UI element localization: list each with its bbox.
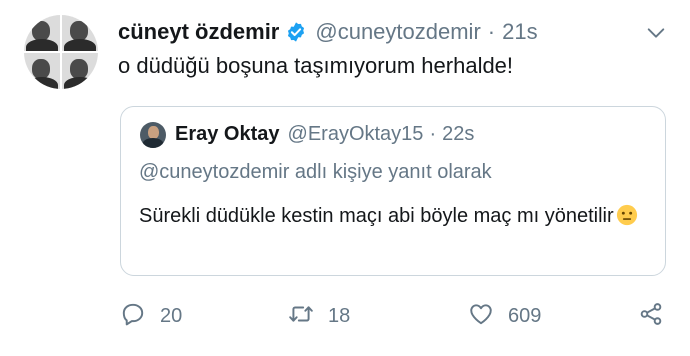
tweet-text: o düdüğü boşuna taşımıyorum herhalde! [118,53,514,78]
share-icon [638,301,664,332]
quoted-author-handle[interactable]: @ErayOktay15 [288,123,424,146]
reply-count: 20 [160,304,183,327]
quoted-tweet-text-block: Sürekli düdükle kestin maçı abi böyle ma… [139,201,639,231]
separator-dot: · [487,19,496,44]
tweet-timestamp[interactable]: 21s [502,19,537,45]
quoted-tweet-timestamp[interactable]: 22s [442,123,474,146]
quoted-tweet-header: Eray Oktay @ErayOktay15 · 22s [175,121,474,147]
like-count: 609 [508,304,542,327]
chevron-down-icon[interactable] [645,22,667,44]
quoted-separator-dot: · [429,122,437,145]
reply-icon [120,301,146,332]
reply-button[interactable]: 20 [120,300,182,332]
share-button[interactable] [638,300,664,332]
quoted-tweet[interactable]: Eray Oktay @ErayOktay15 · 22s @cuneytozd… [120,106,666,276]
like-button[interactable]: 609 [468,300,541,332]
quoted-tweet-text: Sürekli düdükle kestin maçı abi böyle ma… [139,205,614,227]
tweet-actions: 20 18 609 [0,300,690,332]
tweet[interactable]: cüneyt özdemir @cuneytozdemir · 21s o dü… [0,0,690,356]
quoted-author-display-name[interactable]: Eray Oktay [175,123,280,146]
tweet-header: cüneyt özdemir @cuneytozdemir · 21s [118,17,538,47]
verified-badge-icon [285,21,307,43]
retweet-button[interactable]: 18 [288,300,350,332]
author-avatar[interactable] [24,15,98,89]
heart-icon [468,301,494,332]
retweet-count: 18 [328,304,351,327]
author-handle[interactable]: @cuneytozdemir [315,19,480,45]
reply-context: @cuneytozdemir adlı kişiye yanıt olarak [139,161,492,183]
quoted-author-avatar[interactable] [140,122,166,148]
neutral-face-emoji-icon [616,204,638,226]
retweet-icon [288,301,314,332]
author-display-name[interactable]: cüneyt özdemir [118,19,279,45]
